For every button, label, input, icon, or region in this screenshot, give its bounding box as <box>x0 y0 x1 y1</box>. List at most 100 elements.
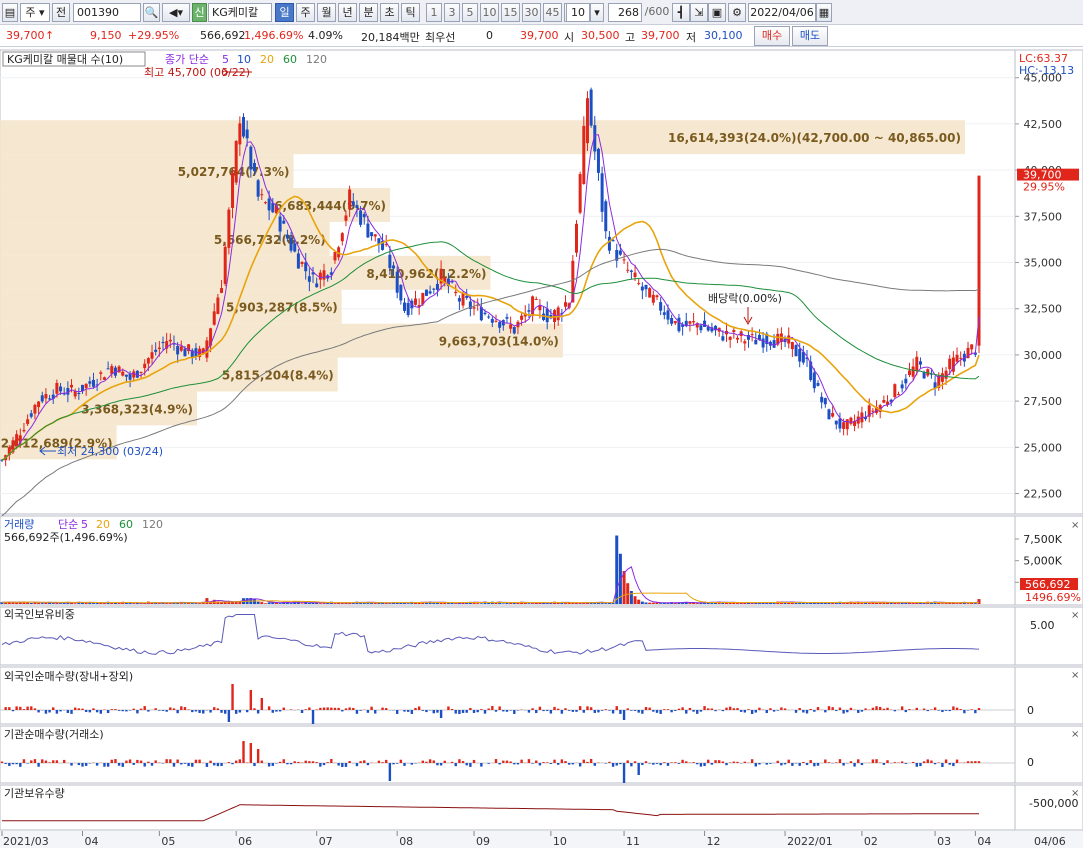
net-bar <box>180 763 183 765</box>
candle <box>121 371 125 376</box>
net-bar <box>128 759 132 763</box>
y-tick-label: 22,500 <box>1024 488 1063 501</box>
net-bar <box>710 763 714 765</box>
legend-period: 120 <box>306 53 327 66</box>
volume-legend-item: 120 <box>142 518 163 531</box>
candle <box>278 216 282 232</box>
candle <box>22 429 26 432</box>
x-tick-label: 04 <box>977 835 991 848</box>
net-bar <box>571 710 575 712</box>
net-bar <box>703 763 706 767</box>
net-bar <box>37 763 40 767</box>
candle <box>512 327 516 334</box>
candle <box>242 116 246 137</box>
net-bar <box>893 710 897 712</box>
net-bar <box>406 710 410 712</box>
net-bar <box>688 707 692 710</box>
net-bar <box>165 710 168 712</box>
candle <box>948 358 952 370</box>
candle <box>644 284 648 290</box>
x-tick-label: 08 <box>399 835 413 848</box>
candle <box>373 234 377 237</box>
net-bar <box>670 710 673 713</box>
net-bar <box>721 761 725 763</box>
net-bar <box>626 760 629 763</box>
candle <box>18 435 22 441</box>
net-bar <box>19 706 22 710</box>
net-bar <box>253 708 256 710</box>
volume-bar <box>659 603 663 604</box>
candle <box>545 308 549 323</box>
net-bar <box>622 710 626 720</box>
candle <box>871 410 875 412</box>
net-bar <box>842 710 845 714</box>
candle <box>918 361 922 365</box>
net-bar <box>238 710 242 713</box>
net-bar <box>117 710 121 711</box>
net-bar <box>637 710 640 713</box>
net-bar <box>502 760 505 763</box>
candle <box>633 272 637 278</box>
net-bar <box>147 761 150 763</box>
net-bar <box>183 763 187 764</box>
candle <box>838 418 842 429</box>
candle <box>735 337 739 340</box>
net-bar <box>692 710 695 712</box>
net-bar <box>41 759 44 763</box>
net-bar <box>586 761 589 763</box>
net-bar <box>319 707 322 710</box>
net-bar <box>633 710 637 711</box>
net-bar <box>798 763 801 766</box>
net-bar <box>439 763 443 766</box>
candle <box>110 366 114 374</box>
candle <box>289 237 293 251</box>
net-bar <box>589 759 593 763</box>
net-bar <box>977 708 981 710</box>
net-bar <box>63 759 66 763</box>
candle <box>670 317 674 324</box>
net-bar <box>505 710 509 712</box>
volume-bar <box>318 603 322 604</box>
candle <box>340 233 344 242</box>
chart-area[interactable]: 45,00042,50040,00037,50035,00032,50030,0… <box>0 0 1083 848</box>
candle <box>366 223 370 238</box>
net-bar <box>267 763 271 767</box>
net-bar <box>84 710 88 713</box>
net-bar <box>267 706 271 710</box>
x-tick-label: 04/06 <box>1034 835 1066 848</box>
net-bar <box>355 710 359 714</box>
volume-bar <box>289 603 293 604</box>
volume-profile-label: 3,368,323(4.9%) <box>81 402 193 416</box>
net-bar <box>842 763 845 766</box>
net-bar <box>341 710 344 712</box>
volume-bar <box>955 603 959 604</box>
net-bar <box>165 759 168 763</box>
net-bar <box>333 707 337 710</box>
candle <box>44 393 48 399</box>
net-bar <box>816 763 820 766</box>
candle <box>761 338 765 348</box>
net-bar <box>926 759 929 763</box>
net-bar <box>831 707 834 710</box>
net-bar <box>498 706 501 710</box>
net-bar <box>681 707 684 710</box>
net-bar <box>278 761 282 763</box>
volume-bar <box>531 603 535 604</box>
net-bar <box>879 706 882 710</box>
net-bar <box>900 761 904 763</box>
net-bar <box>860 710 864 712</box>
candle <box>827 409 831 420</box>
net-bar <box>355 763 359 767</box>
y-tick-label: 30,000 <box>1024 349 1063 362</box>
candle <box>157 347 161 349</box>
candle <box>406 302 410 316</box>
net-bar <box>465 763 468 766</box>
net-bar <box>564 761 567 763</box>
net-bar <box>11 763 15 765</box>
candle <box>293 243 297 252</box>
volume-bar <box>973 603 977 604</box>
candle <box>823 398 827 405</box>
net-bar <box>549 763 553 764</box>
net-bar <box>191 763 194 767</box>
net-bar <box>513 763 516 765</box>
